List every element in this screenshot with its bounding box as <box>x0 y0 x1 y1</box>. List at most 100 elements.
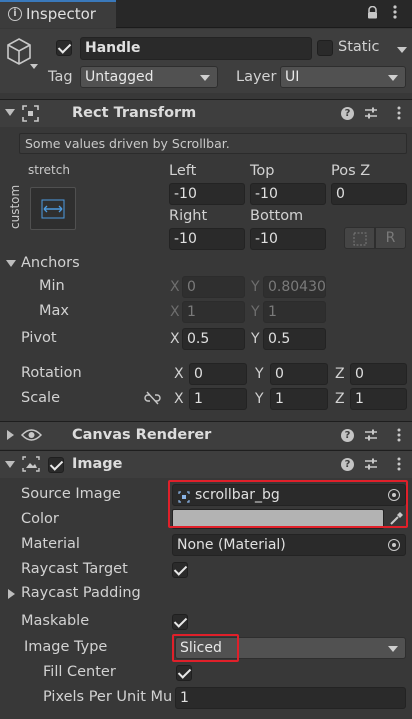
component-menu-icon[interactable] <box>397 106 401 120</box>
scale-y-input[interactable]: 1 <box>270 388 328 410</box>
max-y-input: 1 <box>263 301 326 323</box>
posz-input[interactable]: 0 <box>331 183 407 205</box>
static-checkbox[interactable] <box>317 40 333 56</box>
icon-dropdown-arrow-icon[interactable] <box>30 64 38 69</box>
object-name-input[interactable]: Handle <box>80 37 312 60</box>
component-menu-icon[interactable] <box>397 457 401 471</box>
rot-x-axis-label: X <box>174 366 184 382</box>
info-icon: i <box>8 7 22 21</box>
pivot-label: Pivot <box>21 330 57 346</box>
maskable-checkbox[interactable] <box>172 614 188 630</box>
anchor-presets-button[interactable] <box>30 187 76 230</box>
canvas-renderer-title: Canvas Renderer <box>72 427 212 443</box>
static-label: Static <box>338 39 380 55</box>
blueprint-mode-button[interactable] <box>344 227 375 249</box>
rect-transform-icon <box>22 105 39 122</box>
rect-transform-fold-icon[interactable] <box>5 109 15 116</box>
anchor-top-label: stretch <box>28 163 70 177</box>
max-label: Max <box>39 303 69 319</box>
fill-center-label: Fill Center <box>43 664 116 680</box>
scale-z-input[interactable]: 1 <box>350 388 407 410</box>
scale-x-input[interactable]: 1 <box>189 388 247 410</box>
material-label: Material <box>21 536 80 552</box>
top-input[interactable]: -10 <box>250 183 326 205</box>
rect-transform-title: Rect Transform <box>72 105 197 121</box>
material-field[interactable]: None (Material) <box>172 534 406 556</box>
left-label: Left <box>169 163 197 179</box>
rotation-x-input[interactable]: 0 <box>189 363 247 385</box>
scale-z-axis-label: Z <box>335 391 345 407</box>
right-input[interactable]: -10 <box>169 228 245 250</box>
max-x-input: 1 <box>182 301 245 323</box>
source-color-highlight <box>168 480 408 528</box>
bottom-input[interactable]: -10 <box>250 228 326 250</box>
lock-icon[interactable] <box>367 5 378 19</box>
fill-center-checkbox[interactable] <box>176 665 192 681</box>
bottom-label: Bottom <box>250 208 304 224</box>
min-y-input: 0.80430 <box>263 276 326 298</box>
tab-inspector[interactable]: i Inspector <box>0 0 116 28</box>
layer-dropdown-value: UI <box>285 69 300 85</box>
layer-dropdown[interactable]: UI <box>280 66 406 88</box>
image-enabled-checkbox[interactable] <box>48 457 64 473</box>
rot-y-axis-label: Y <box>255 366 264 382</box>
pixels-per-unit-input[interactable]: 1 <box>175 687 406 709</box>
min-label: Min <box>39 278 65 294</box>
constrain-proportions-icon[interactable] <box>144 391 161 405</box>
help-icon[interactable]: ? <box>341 458 354 471</box>
help-icon[interactable]: ? <box>341 107 354 120</box>
rot-z-axis-label: Z <box>335 366 345 382</box>
active-checkbox[interactable] <box>56 40 72 56</box>
raycast-target-checkbox[interactable] <box>172 562 188 578</box>
image-title: Image <box>72 456 123 472</box>
max-y-axis-label: Y <box>251 304 260 320</box>
stretch-anchor-icon <box>41 199 65 219</box>
image-type-highlight <box>172 634 239 662</box>
chevron-down-icon <box>388 75 398 81</box>
layer-label: Layer <box>236 69 277 85</box>
anchor-side-label: custom <box>8 184 22 229</box>
pivot-x-input[interactable]: 0.5 <box>182 328 245 350</box>
eye-icon <box>20 428 43 442</box>
image-component-icon <box>22 456 40 472</box>
scale-x-axis-label: X <box>174 391 184 407</box>
raycast-padding-fold-icon[interactable] <box>8 589 15 599</box>
pivot-y-axis-label: Y <box>251 331 260 347</box>
scale-y-axis-label: Y <box>255 391 264 407</box>
color-label: Color <box>21 511 59 527</box>
static-dropdown-arrow-icon[interactable] <box>397 47 407 53</box>
tag-dropdown-value: Untagged <box>85 69 154 85</box>
canvas-renderer-fold-icon[interactable] <box>7 430 14 440</box>
pivot-y-input[interactable]: 0.5 <box>263 328 326 350</box>
anchors-label: Anchors <box>21 255 80 271</box>
object-picker-icon[interactable] <box>388 539 400 551</box>
min-x-axis-label: X <box>170 279 180 295</box>
left-input[interactable]: -10 <box>169 183 245 205</box>
source-image-label: Source Image <box>21 486 121 502</box>
right-label: Right <box>169 208 208 224</box>
chevron-down-icon <box>388 646 398 652</box>
tag-label: Tag <box>48 69 73 85</box>
raw-edit-button[interactable]: R <box>375 227 406 249</box>
tag-dropdown[interactable]: Untagged <box>80 66 218 88</box>
anchors-fold-icon[interactable] <box>6 260 16 267</box>
material-value: None (Material) <box>177 537 286 553</box>
presets-icon[interactable] <box>364 106 378 120</box>
posz-label: Pos Z <box>331 163 371 179</box>
rotation-z-input[interactable]: 0 <box>350 363 407 385</box>
image-type-label: Image Type <box>24 639 108 655</box>
maskable-label: Maskable <box>21 613 90 629</box>
more-menu-icon[interactable] <box>393 5 397 19</box>
help-icon[interactable]: ? <box>341 429 354 442</box>
pivot-x-axis-label: X <box>170 331 180 347</box>
min-y-axis-label: Y <box>251 279 260 295</box>
rotation-label: Rotation <box>21 365 82 381</box>
image-fold-icon[interactable] <box>5 461 15 468</box>
raycast-target-label: Raycast Target <box>21 561 128 577</box>
presets-icon[interactable] <box>364 428 378 442</box>
scale-label: Scale <box>21 390 61 406</box>
rotation-y-input[interactable]: 0 <box>270 363 328 385</box>
component-menu-icon[interactable] <box>397 428 401 442</box>
pixels-per-unit-label: Pixels Per Unit Mu <box>43 689 173 705</box>
presets-icon[interactable] <box>364 457 378 471</box>
